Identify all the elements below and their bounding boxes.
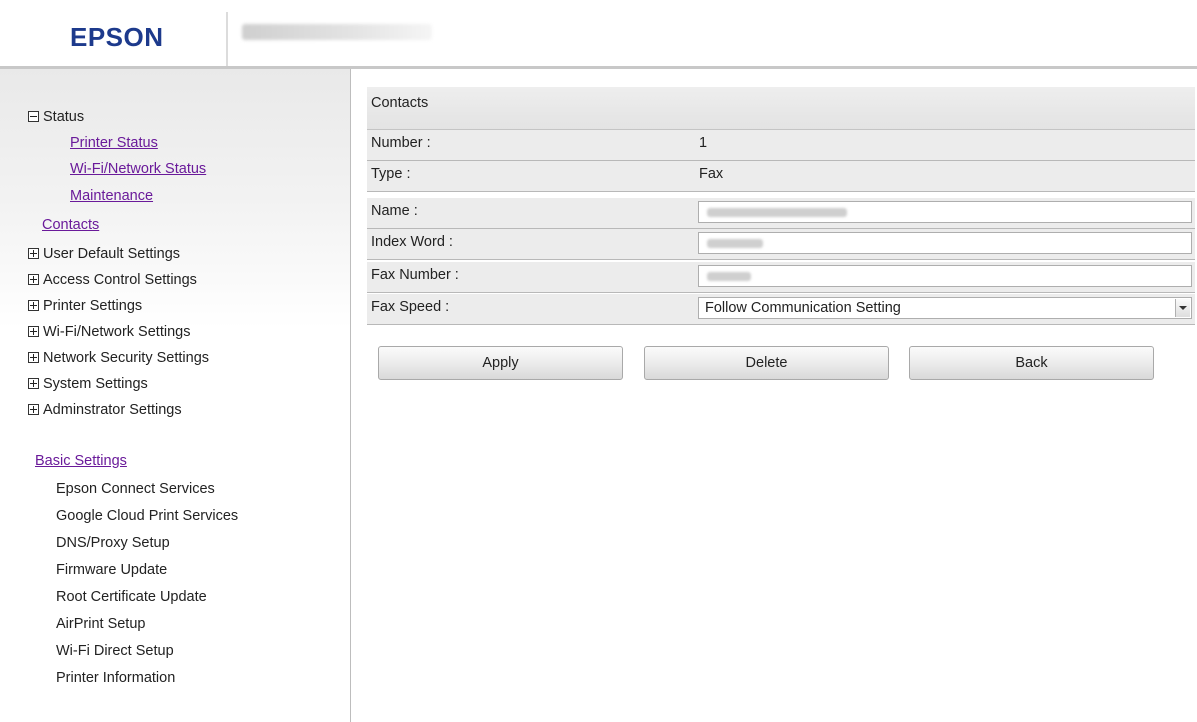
sidebar-item-printer-information[interactable]: Printer Information [56,668,175,688]
delete-button[interactable]: Delete [644,346,889,380]
sidebar-item-maintenance[interactable]: Maintenance [70,186,153,206]
sidebar-item-airprint-setup[interactable]: AirPrint Setup [56,614,145,634]
sidebar-item-user-default-settings[interactable]: User Default Settings [28,244,180,264]
index-word-input[interactable] [698,232,1192,254]
sidebar-item-administrator-settings[interactable]: Adminstrator Settings [28,400,182,420]
sidebar-item-label: User Default Settings [43,246,181,262]
form-title: Contacts [371,95,429,111]
sidebar-item-label: Google Cloud Print Services [56,508,239,524]
sidebar-item-google-cloud-print[interactable]: Google Cloud Print Services [56,506,238,526]
type-value: Fax [699,166,724,182]
redacted-text-icon [707,208,847,217]
sidebar-item-label[interactable]: Maintenance [70,188,153,204]
fax-speed-label: Fax Speed : [371,299,450,315]
redacted-text-icon [707,272,751,281]
sidebar-item-label[interactable]: Printer Status [70,135,158,151]
expand-icon[interactable] [28,351,39,363]
sidebar-item-firmware-update[interactable]: Firmware Update [56,560,167,580]
sidebar-item-printer-status[interactable]: Printer Status [70,133,158,153]
sidebar-item-label: Wi-Fi/Network Settings [43,324,191,340]
fax-number-label: Fax Number : [371,267,459,283]
fax-number-input[interactable] [698,265,1192,287]
expand-icon[interactable] [28,273,39,285]
sidebar-item-label: Epson Connect Services [56,481,215,497]
type-label: Type : [371,166,411,182]
sidebar-item-wifi-network-status[interactable]: Wi-Fi/Network Status [70,159,206,179]
sidebar-item-label[interactable]: Wi-Fi/Network Status [70,161,206,177]
fax-speed-select[interactable]: Follow Communication Setting [698,297,1192,319]
sidebar-item-network-security-settings[interactable]: Network Security Settings [28,348,209,368]
back-button[interactable]: Back [909,346,1154,380]
sidebar-item-label: System Settings [43,376,148,392]
form-header: Contacts [367,87,1195,131]
fax-number-row: Fax Number : [367,262,1195,293]
name-label: Name : [371,203,418,219]
sidebar-item-label: Adminstrator Settings [43,402,182,418]
sidebar-item-label: AirPrint Setup [56,616,146,632]
sidebar-item-label: Printer Settings [43,298,143,314]
basic-settings-link[interactable]: Basic Settings [35,453,127,469]
expand-icon[interactable] [28,247,39,259]
main-content: Contacts Number : 1 Type : Fax Name : In… [351,69,1197,722]
sidebar-item-label: Wi-Fi Direct Setup [56,643,174,659]
sidebar-item-label: DNS/Proxy Setup [56,535,170,551]
dropdown-arrow-icon[interactable] [1175,299,1190,317]
fax-speed-row: Fax Speed : Follow Communication Setting [367,294,1195,325]
fax-speed-selected-value: Follow Communication Setting [705,300,901,316]
expand-icon[interactable] [28,377,39,389]
sidebar-item-access-control-settings[interactable]: Access Control Settings [28,270,197,290]
sidebar-item-system-settings[interactable]: System Settings [28,374,148,394]
expand-icon[interactable] [28,299,39,311]
redacted-text-icon [707,239,763,248]
collapse-icon[interactable] [28,110,39,122]
index-word-row: Index Word : [367,229,1195,260]
sidebar-item-label: Root Certificate Update [56,589,207,605]
header-divider [226,12,228,66]
name-input[interactable] [698,201,1192,223]
sidebar-item-dns-proxy-setup[interactable]: DNS/Proxy Setup [56,533,170,553]
sidebar-item-printer-settings[interactable]: Printer Settings [28,296,142,316]
name-row: Name : [367,198,1195,229]
sidebar-item-label: Firmware Update [56,562,168,578]
expand-icon[interactable] [28,403,39,415]
sidebar-item-epson-connect[interactable]: Epson Connect Services [56,479,215,499]
type-row: Type : Fax [367,161,1195,192]
sidebar-item-status[interactable]: Status [28,107,84,127]
number-row: Number : 1 [367,130,1195,161]
sidebar-item-label: Printer Information [56,670,176,686]
number-value: 1 [699,135,708,151]
sidebar-item-label[interactable]: Contacts [42,217,99,233]
sidebar-item-label: Network Security Settings [43,350,210,366]
redacted-model-name-icon [242,24,432,40]
sidebar-item-label: Status [43,109,85,125]
expand-icon[interactable] [28,325,39,337]
sidebar-item-wifi-network-settings[interactable]: Wi-Fi/Network Settings [28,322,190,342]
apply-button[interactable]: Apply [378,346,623,380]
sidebar-item-root-certificate-update[interactable]: Root Certificate Update [56,587,207,607]
page-header: EPSON [0,0,1197,66]
number-label: Number : [371,135,431,151]
sidebar-item-label: Access Control Settings [43,272,197,288]
sidebar-basic-settings[interactable]: Basic Settings [35,451,127,471]
index-word-label: Index Word : [371,234,453,250]
sidebar-item-contacts[interactable]: Contacts [42,215,99,235]
sidebar-item-wifi-direct-setup[interactable]: Wi-Fi Direct Setup [56,641,174,661]
epson-logo: EPSON [70,22,164,52]
sidebar: Status Printer Status Wi-Fi/Network Stat… [0,69,350,722]
